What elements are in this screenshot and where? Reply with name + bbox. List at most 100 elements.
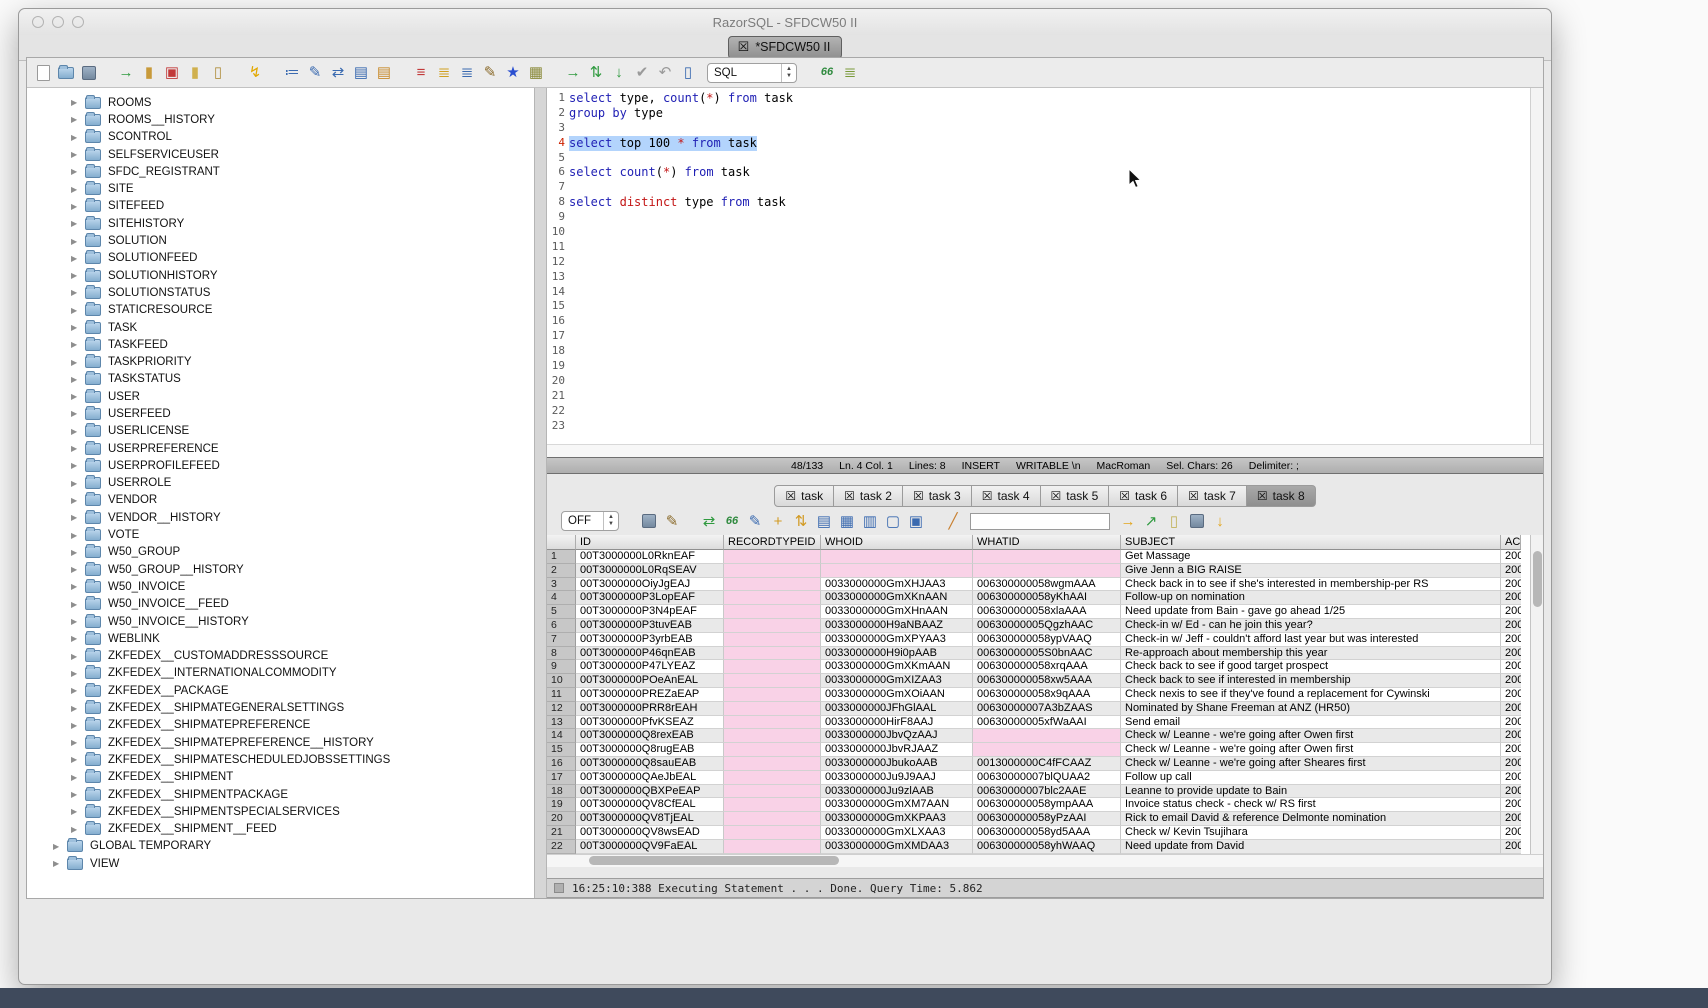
grid-cell[interactable]: Leanne to provide update to Bain	[1121, 785, 1501, 799]
disclosure-triangle-icon[interactable]: ▶	[71, 496, 85, 505]
grid-cell[interactable]: 006300000058xrqAAA	[973, 660, 1121, 674]
grid-cell[interactable]	[724, 688, 821, 702]
disclosure-triangle-icon[interactable]: ▶	[71, 773, 85, 782]
grid-cell[interactable]	[724, 785, 821, 799]
tab-close-icon[interactable]: ☒	[1119, 489, 1130, 503]
grid-cell[interactable]: 200	[1501, 605, 1521, 619]
zoom-window-icon[interactable]	[72, 16, 84, 28]
tree-item-solutionhistory[interactable]: ▶SOLUTIONHISTORY	[27, 267, 534, 284]
disclosure-triangle-icon[interactable]: ▶	[71, 565, 85, 574]
edit-row-icon[interactable]: ✎	[745, 511, 765, 531]
disclosure-triangle-icon[interactable]: ▶	[71, 755, 85, 764]
disclosure-triangle-icon[interactable]: ▶	[71, 686, 85, 695]
grid-cell[interactable]: 0033000000GmXLXAA3	[821, 826, 973, 840]
column-header-ID[interactable]: ID	[576, 535, 724, 550]
view-results-icon[interactable]: 66	[817, 63, 837, 83]
tree-item-vendor[interactable]: ▶VENDOR	[27, 492, 534, 509]
grid-cell[interactable]: Follow up call	[1121, 771, 1501, 785]
tree-item-userpreference[interactable]: ▶USERPREFERENCE	[27, 440, 534, 457]
disclosure-triangle-icon[interactable]: ▶	[71, 98, 85, 107]
disclosure-triangle-icon[interactable]: ▶	[71, 392, 85, 401]
grid-cell[interactable]: 0033000000H9i0pAAB	[821, 647, 973, 661]
grid-cell[interactable]	[724, 702, 821, 716]
disclosure-triangle-icon[interactable]: ▶	[71, 306, 85, 315]
tree-item-user[interactable]: ▶USER	[27, 388, 534, 405]
grid-cell[interactable]: 006300000058ypVAAQ	[973, 633, 1121, 647]
grid-cell[interactable]	[724, 647, 821, 661]
close-window-icon[interactable]	[32, 16, 44, 28]
grid-cell[interactable]: 200	[1501, 550, 1521, 564]
grid-cell[interactable]: Need update from Bain - gave go ahead 1/…	[1121, 605, 1501, 619]
grid-cell[interactable]: 00T3000000OiyJgEAJ	[576, 578, 724, 592]
grid-cell[interactable]	[724, 757, 821, 771]
grid-cell[interactable]: 0033000000GmXOiAAN	[821, 688, 973, 702]
disclosure-triangle-icon[interactable]: ▶	[71, 634, 85, 643]
save-grid-icon[interactable]	[1187, 511, 1207, 531]
column-header-WHATID[interactable]: WHATID	[973, 535, 1121, 550]
tree-item-w50_invoice[interactable]: ▶W50_INVOICE	[27, 578, 534, 595]
grid-cell[interactable]: Check w/ Kevin Tsujihara	[1121, 826, 1501, 840]
grid-cell[interactable]: 00T3000000QAeJbEAL	[576, 771, 724, 785]
editor-horizontal-scrollbar[interactable]	[547, 444, 1543, 457]
grid-cell[interactable]: 0033000000JFhGlAAL	[821, 702, 973, 716]
grid-cell[interactable]: Give Jenn a BIG RAISE	[1121, 564, 1501, 578]
grid-cell[interactable]: Send email	[1121, 716, 1501, 730]
tab-close-icon[interactable]: ☒	[1188, 489, 1199, 503]
grid-cell[interactable]	[724, 591, 821, 605]
tree-item-zkfedex__package[interactable]: ▶ZKFEDEX__PACKAGE	[27, 682, 534, 699]
edit-sql-icon[interactable]: ✎	[305, 63, 325, 83]
tree-item-zkfedex__shipmentspecialservices[interactable]: ▶ZKFEDEX__SHIPMENTSPECIALSERVICES	[27, 803, 534, 820]
tree-item-global-temporary[interactable]: ▶GLOBAL TEMPORARY	[27, 838, 534, 855]
grid-cell[interactable]: 00T3000000QV8TjEAL	[576, 812, 724, 826]
tree-item-w50_group[interactable]: ▶W50_GROUP	[27, 544, 534, 561]
tab-close-icon[interactable]: ☒	[913, 489, 924, 503]
grid-cell[interactable]: 00T3000000Q8rugEAB	[576, 743, 724, 757]
grid-cell[interactable]: 006300000058wgmAAA	[973, 578, 1121, 592]
grid-cell[interactable]	[973, 743, 1121, 757]
export-results-icon[interactable]: ↗	[1141, 511, 1161, 531]
grid-cell[interactable]: 00630000007blQUAA2	[973, 771, 1121, 785]
grid-view-icon[interactable]: ▦	[837, 511, 857, 531]
grid-cell[interactable]: 200	[1501, 591, 1521, 605]
tree-item-w50_group__history[interactable]: ▶W50_GROUP__HISTORY	[27, 561, 534, 578]
grid-cell[interactable]	[724, 798, 821, 812]
grid-cell[interactable]: 200	[1501, 840, 1521, 854]
grid-cell[interactable]: 006300000058xlaAAA	[973, 605, 1121, 619]
indent-icon[interactable]: ≣	[434, 63, 454, 83]
tab-close-icon[interactable]: ☒	[1257, 489, 1268, 503]
grid-cell[interactable]: Re-approach about membership this year	[1121, 647, 1501, 661]
align-icon[interactable]: ≣	[457, 63, 477, 83]
disclosure-triangle-icon[interactable]: ▶	[71, 461, 85, 470]
grid-vscroll-thumb[interactable]	[1533, 551, 1542, 607]
grid-cell[interactable]: Follow-up on nomination	[1121, 591, 1501, 605]
disclosure-triangle-icon[interactable]: ▶	[71, 531, 85, 540]
tree-item-userrole[interactable]: ▶USERROLE	[27, 475, 534, 492]
tree-item-zkfedex__customaddresssource[interactable]: ▶ZKFEDEX__CUSTOMADDRESSSOURCE	[27, 648, 534, 665]
statement-type-select[interactable]: SQL ▲▼	[707, 63, 797, 83]
disclosure-triangle-icon[interactable]: ▶	[71, 358, 85, 367]
execute-all-icon[interactable]: ⇅	[586, 63, 606, 83]
tab-close-icon[interactable]: ☒	[1051, 489, 1062, 503]
grid-cell[interactable]: 200	[1501, 798, 1521, 812]
tree-item-w50_invoice__feed[interactable]: ▶W50_INVOICE__FEED	[27, 596, 534, 613]
tree-item-zkfedex__shipmatepreference[interactable]: ▶ZKFEDEX__SHIPMATEPREFERENCE	[27, 717, 534, 734]
grid-cell[interactable]: 200	[1501, 771, 1521, 785]
stepper-arrows-icon[interactable]: ▲▼	[781, 64, 796, 82]
document-tab[interactable]: ☒ *SFDCW50 II	[728, 36, 843, 59]
grid-cell[interactable]: 200	[1501, 826, 1521, 840]
grid-cell[interactable]: 00T3000000QBXPeEAP	[576, 785, 724, 799]
grid-cell[interactable]: 006300000058x9qAAA	[973, 688, 1121, 702]
go-search-icon[interactable]: →	[1118, 511, 1138, 531]
grid-cell[interactable]: 006300000058xw5AAA	[973, 674, 1121, 688]
grid-cell[interactable]: 006300000058yd5AAA	[973, 826, 1121, 840]
column-header-rownum[interactable]	[547, 535, 576, 550]
grid-cell[interactable]: 0033000000GmXM7AAN	[821, 798, 973, 812]
commit-icon[interactable]: ✔	[632, 63, 652, 83]
disclosure-triangle-icon[interactable]: ▶	[71, 807, 85, 816]
grid-cell[interactable]: 00T3000000P46qnEAB	[576, 647, 724, 661]
disclosure-triangle-icon[interactable]: ▶	[71, 254, 85, 263]
grid-cell[interactable]: 00T3000000P3LopEAF	[576, 591, 724, 605]
transpose-icon[interactable]: ✎	[662, 511, 682, 531]
grid-cell[interactable]: 200	[1501, 757, 1521, 771]
comment-icon[interactable]: ✎	[480, 63, 500, 83]
